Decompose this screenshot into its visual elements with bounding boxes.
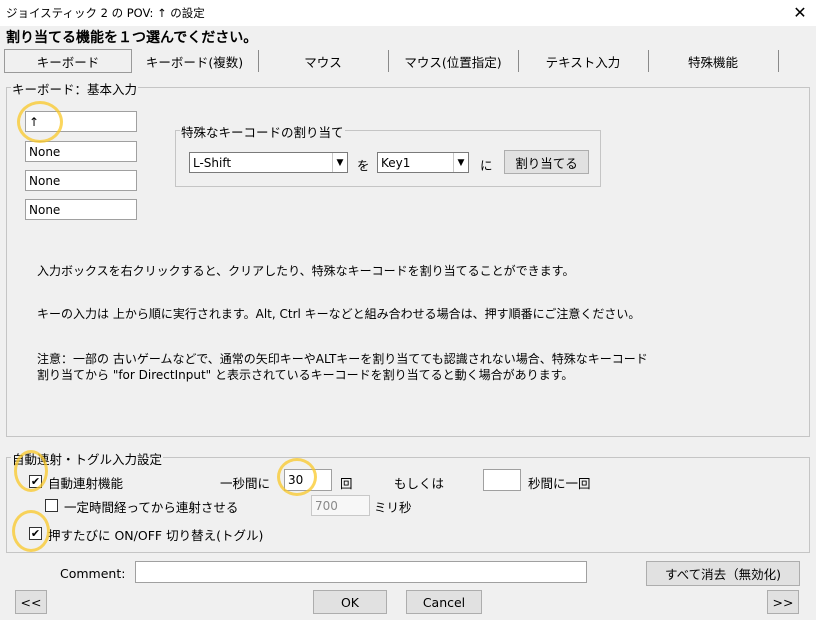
close-icon[interactable]: ✕ — [792, 3, 808, 22]
keycode-select-value: Key1 — [381, 155, 411, 170]
tab-keyboard-multi[interactable]: キーボード(複数) — [132, 49, 257, 73]
or-label: もしくは — [394, 476, 445, 491]
wo-label: を — [357, 158, 370, 173]
tab-special-functions[interactable]: 特殊機能 — [649, 49, 777, 73]
highlight-circle — [17, 101, 63, 143]
info-note-line-2: 割り当てから "for DirectInput" と表示されているキーコードを割… — [37, 368, 574, 382]
cancel-button[interactable]: Cancel — [406, 590, 482, 614]
delay-label: 一定時間経ってから連射させる — [64, 500, 239, 515]
assign-button[interactable]: 割り当てる — [504, 150, 589, 174]
autofire-label: 自動連射機能 — [48, 476, 124, 491]
per-once-label: 秒間に一回 — [528, 476, 591, 491]
page-title: 割り当てる機能を１つ選んでください。 — [6, 30, 258, 46]
next-button[interactable]: >> — [767, 590, 799, 614]
tab-mouse[interactable]: マウス — [259, 49, 387, 73]
special-keycode-legend: 特殊なキーコードの割り当て — [180, 122, 345, 141]
seconds-input[interactable] — [483, 469, 521, 491]
key-input-2[interactable]: None — [25, 141, 137, 162]
modifier-select-value: L-Shift — [193, 155, 232, 170]
highlight-circle — [14, 450, 48, 492]
delay-checkbox[interactable] — [45, 499, 58, 512]
comment-input[interactable] — [135, 561, 587, 583]
ok-button[interactable]: OK — [313, 590, 387, 614]
keycode-select[interactable]: Key1 ▼ — [377, 152, 469, 173]
tab-separator — [778, 50, 779, 72]
modifier-select[interactable]: L-Shift ▼ — [189, 152, 348, 173]
info-note-line-1: 注意：一部の 古いゲームなどで、通常の矢印キーやALTキーを割り当てても認識され… — [37, 352, 648, 366]
highlight-circle — [277, 458, 317, 496]
key-input-4[interactable]: None — [25, 199, 137, 220]
prev-button[interactable]: << — [15, 590, 47, 614]
info-right-click: 入力ボックスを右クリックすると、クリアしたり、特殊なキーコードを割り当てることが… — [37, 264, 575, 278]
chevron-down-icon[interactable]: ▼ — [332, 153, 347, 172]
key-input-3[interactable]: None — [25, 170, 137, 191]
delay-ms-input[interactable]: 700 — [311, 495, 370, 516]
comment-label: Comment: — [60, 566, 126, 581]
window-title: ジョイスティック 2 の POV: ↑ の設定 — [6, 6, 205, 20]
ni-label: に — [480, 158, 493, 173]
keyboard-basic-legend: キーボード：基本入力 — [11, 79, 139, 98]
tab-text-input[interactable]: テキスト入力 — [519, 49, 647, 73]
per-second-label: 一秒間に — [220, 476, 271, 491]
toggle-label: 押すたびに ON/OFF 切り替え(トグル) — [48, 528, 264, 543]
tab-keyboard[interactable]: キーボード — [4, 49, 132, 73]
chevron-down-icon[interactable]: ▼ — [453, 153, 468, 172]
clear-all-button[interactable]: すべて消去（無効化) — [646, 561, 800, 586]
times-label: 回 — [340, 476, 353, 491]
ms-label: ミリ秒 — [374, 500, 412, 515]
info-input-order: キーの入力は 上から順に実行されます。Alt, Ctrl キーなどと組み合わせる… — [37, 307, 641, 321]
tab-mouse-position[interactable]: マウス(位置指定) — [389, 49, 517, 73]
highlight-circle — [12, 510, 50, 552]
